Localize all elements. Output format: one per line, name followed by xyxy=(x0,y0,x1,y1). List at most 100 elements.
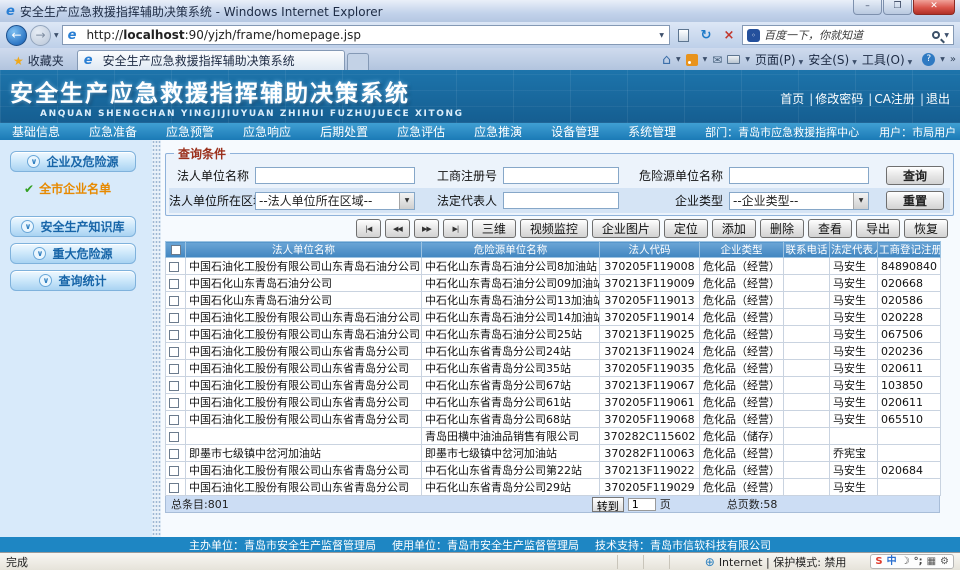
field-label: 危险源单位名称 xyxy=(631,167,729,184)
menu-item[interactable]: 应急响应 xyxy=(243,123,291,140)
address-field[interactable]: e http://localhost:90/yjzh/frame/homepag… xyxy=(62,25,670,45)
checkbox[interactable] xyxy=(169,364,179,374)
refresh-button[interactable]: ↻ xyxy=(696,25,716,45)
address-dropdown-icon[interactable]: ▼ xyxy=(659,32,664,39)
pager-button[interactable]: ▶| xyxy=(443,219,468,238)
checkbox[interactable] xyxy=(169,398,179,408)
pager-button[interactable]: ◀◀ xyxy=(385,219,410,238)
checkbox[interactable] xyxy=(169,415,179,425)
toolbar-overflow-chevron[interactable]: » xyxy=(950,54,956,65)
soft-keyboard-icon[interactable]: ▦ xyxy=(927,555,936,568)
rss-dropdown-icon[interactable]: ▼ xyxy=(703,56,708,63)
toolbar-button[interactable]: 添加 xyxy=(712,219,756,238)
checkbox[interactable] xyxy=(169,449,179,459)
menu-item[interactable]: 应急推演 xyxy=(474,123,522,140)
print-icon[interactable] xyxy=(727,55,740,64)
toolbar-button[interactable]: 企业图片 xyxy=(592,219,660,238)
forward-button[interactable]: → xyxy=(30,25,51,46)
menu-item[interactable]: 应急预警 xyxy=(166,123,214,140)
menu-item[interactable]: 基础信息 xyxy=(12,123,60,140)
checkbox[interactable] xyxy=(169,313,179,323)
checkbox[interactable] xyxy=(169,347,179,357)
menu-dropdown-icon[interactable]: ▼ xyxy=(908,59,913,66)
select-field[interactable]: --企业类型--▼ xyxy=(729,192,869,210)
ime-settings-icon[interactable]: ⚙ xyxy=(940,555,949,568)
search-input-text[interactable]: 百度一下，你就知道 xyxy=(764,27,928,43)
pager-button[interactable]: ▶▶ xyxy=(414,219,439,238)
rss-icon[interactable] xyxy=(686,54,698,66)
sidebar-group-button[interactable]: ∨查询统计 xyxy=(10,270,136,291)
toolbar-button[interactable]: 删除 xyxy=(760,219,804,238)
menu-item[interactable]: 应急评估 xyxy=(397,123,445,140)
select-field[interactable]: --法人单位所在区域--▼ xyxy=(255,192,415,210)
sogou-logo-icon[interactable]: S xyxy=(875,555,882,568)
mail-icon[interactable]: ✉ xyxy=(712,53,722,67)
command-menu-item[interactable]: 页面(P) xyxy=(755,53,796,67)
goto-page-button[interactable]: 转到 xyxy=(592,497,624,512)
print-dropdown-icon[interactable]: ▼ xyxy=(745,56,750,63)
header-link[interactable]: CA注册 xyxy=(874,92,915,106)
total-pages-label: 总页数:58 xyxy=(727,496,778,512)
toolbar-button[interactable]: 定位 xyxy=(664,219,708,238)
toolbar-button[interactable]: 导出 xyxy=(856,219,900,238)
table-row: 中国石油化工股份有限公司山东省青岛分公司中石化山东省青岛分公司67站370213… xyxy=(166,377,941,394)
text-input[interactable] xyxy=(503,192,619,209)
text-input[interactable] xyxy=(503,167,619,184)
search-button[interactable]: 查询 xyxy=(886,166,944,185)
toolbar-button[interactable]: 三维 xyxy=(472,219,516,238)
sidebar-group-button[interactable]: ∨安全生产知识库 xyxy=(10,216,136,237)
help-dropdown-icon[interactable]: ▼ xyxy=(940,56,945,63)
checkbox[interactable] xyxy=(169,432,179,442)
menu-dropdown-icon[interactable]: ▼ xyxy=(799,59,804,66)
menu-item[interactable]: 应急准备 xyxy=(89,123,137,140)
search-icon[interactable] xyxy=(932,31,940,39)
half-shape-icon[interactable]: ☽ xyxy=(901,555,910,568)
back-button[interactable]: ← xyxy=(6,25,27,46)
sidebar-splitter[interactable] xyxy=(152,140,161,537)
checkbox[interactable] xyxy=(169,279,179,289)
pager-button[interactable]: |◀ xyxy=(356,219,381,238)
minimize-button[interactable]: – xyxy=(853,0,882,15)
punctuation-mode-icon[interactable]: °; xyxy=(914,555,923,568)
header-link[interactable]: 首页 xyxy=(780,92,804,106)
page-number-input[interactable] xyxy=(628,498,656,511)
menu-item[interactable]: 系统管理 xyxy=(628,123,676,140)
reset-button[interactable]: 重置 xyxy=(886,191,944,210)
history-dropdown-icon[interactable]: ▼ xyxy=(54,32,59,39)
active-tab[interactable]: e 安全生产应急救援指挥辅助决策系统 xyxy=(77,50,345,70)
new-tab-stub[interactable] xyxy=(347,53,369,70)
sidebar-item[interactable]: ✔全市企业名单 xyxy=(10,178,152,216)
help-icon[interactable]: ? xyxy=(922,53,935,66)
stop-button[interactable]: × xyxy=(719,25,739,45)
checkbox[interactable] xyxy=(169,483,179,493)
header-link[interactable]: 修改密码 xyxy=(815,92,863,106)
home-icon[interactable]: ⌂ xyxy=(662,52,671,68)
checkbox[interactable] xyxy=(169,330,179,340)
checkbox[interactable] xyxy=(169,466,179,476)
header-link[interactable]: 退出 xyxy=(926,92,950,106)
favorites-button[interactable]: ★ 收藏夹 xyxy=(4,51,73,70)
search-box[interactable]: ◦ 百度一下，你就知道 ▼ xyxy=(742,25,954,45)
toolbar-button[interactable]: 恢复 xyxy=(904,219,948,238)
checkbox[interactable] xyxy=(169,296,179,306)
chinese-mode-icon[interactable]: 中 xyxy=(887,555,897,568)
checkbox[interactable] xyxy=(169,262,179,272)
toolbar-button[interactable]: 查看 xyxy=(808,219,852,238)
text-input[interactable] xyxy=(255,167,415,184)
sidebar-group-button[interactable]: ∨企业及危险源 xyxy=(10,151,136,172)
search-options-icon[interactable]: ▼ xyxy=(944,32,949,39)
menu-item[interactable]: 后期处置 xyxy=(320,123,368,140)
close-button[interactable]: ✕ xyxy=(913,0,955,15)
checkbox[interactable] xyxy=(171,245,181,255)
toolbar-button[interactable]: 视频监控 xyxy=(520,219,588,238)
command-menu-item[interactable]: 工具(O) xyxy=(862,53,905,67)
compatibility-view-button[interactable] xyxy=(673,25,693,45)
menu-item[interactable]: 设备管理 xyxy=(551,123,599,140)
home-dropdown-icon[interactable]: ▼ xyxy=(676,56,681,63)
sidebar-group-button[interactable]: ∨重大危险源 xyxy=(10,243,136,264)
command-menu-item[interactable]: 安全(S) xyxy=(808,53,849,67)
maximize-button[interactable]: ❐ xyxy=(883,0,912,15)
text-input[interactable] xyxy=(729,167,869,184)
checkbox[interactable] xyxy=(169,381,179,391)
menu-dropdown-icon[interactable]: ▼ xyxy=(852,59,857,66)
